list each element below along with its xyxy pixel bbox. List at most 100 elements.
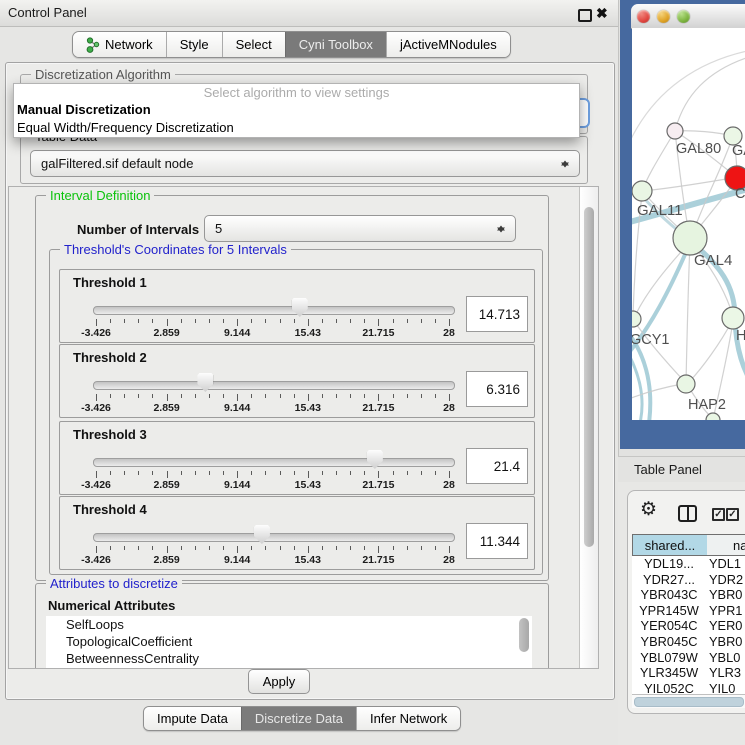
close-icon[interactable]: ✖ bbox=[596, 4, 608, 22]
network-node-label: GAL80 bbox=[676, 141, 721, 157]
slider-scale-label: 2.859 bbox=[153, 327, 179, 339]
horizontal-scrollbar[interactable] bbox=[632, 694, 745, 708]
zoom-traffic-light-icon[interactable] bbox=[677, 10, 690, 23]
tick-mark bbox=[378, 471, 379, 478]
interval-definition-group: Interval Definition Number of Intervals … bbox=[35, 195, 549, 581]
attribute-list-item[interactable]: TopologicalCoefficient bbox=[46, 633, 532, 650]
cell-name[interactable]: YBR0 bbox=[706, 587, 742, 603]
close-traffic-light-icon[interactable] bbox=[637, 10, 650, 23]
table-row[interactable]: YER054CYER0 bbox=[632, 618, 745, 634]
table-data-combobox[interactable]: galFiltered.sif default node bbox=[30, 150, 580, 177]
network-edge[interactable] bbox=[686, 243, 690, 383]
tick-mark bbox=[251, 394, 252, 398]
network-edge[interactable] bbox=[632, 350, 642, 420]
table-row[interactable]: YLR345WYLR3 bbox=[632, 665, 745, 681]
tab-select[interactable]: Select bbox=[222, 32, 285, 57]
cell-shared-name[interactable]: YPR145W bbox=[632, 603, 706, 619]
tick-mark bbox=[449, 319, 450, 326]
dropdown-option-manual-discretization[interactable]: Manual Discretization bbox=[14, 101, 579, 119]
tick-mark bbox=[294, 546, 295, 550]
cell-name[interactable]: YBL0 bbox=[706, 650, 740, 666]
number-of-intervals-spinner[interactable]: 5 bbox=[204, 215, 516, 242]
table-row[interactable]: YBR045CYBR0 bbox=[632, 634, 745, 650]
network-node-hap2[interactable] bbox=[677, 375, 695, 393]
threshold-3-value-field[interactable]: 21.4 bbox=[466, 448, 528, 484]
cell-shared-name[interactable]: YBL079W bbox=[632, 650, 706, 666]
dropdown-option-equal-width[interactable]: Equal Width/Frequency Discretization bbox=[14, 119, 579, 137]
tick-mark bbox=[110, 319, 111, 323]
threshold-panel-1: Threshold 1 -3.4262.8599.14415.4321.7152… bbox=[59, 269, 535, 343]
table-row[interactable]: YDR27...YDR2 bbox=[632, 572, 745, 588]
network-canvas[interactable]: GAL80GACGAL11GAL4GCY1HHAP2 bbox=[632, 28, 745, 420]
tick-mark bbox=[322, 546, 323, 550]
apply-button[interactable]: Apply bbox=[248, 669, 310, 694]
network-node-gal11[interactable] bbox=[632, 181, 652, 201]
table-row[interactable]: YBL079WYBL0 bbox=[632, 650, 745, 666]
cell-shared-name[interactable]: YDL19... bbox=[632, 556, 706, 572]
cell-name[interactable]: YER0 bbox=[706, 618, 742, 634]
network-node-h[interactable] bbox=[722, 307, 744, 329]
cell-name[interactable]: YIL0 bbox=[706, 681, 735, 694]
column-header-shared[interactable]: shared... bbox=[632, 534, 708, 556]
slider-scale-label: 21.715 bbox=[362, 554, 394, 566]
attribute-list-item[interactable]: SelfLoops bbox=[46, 616, 532, 633]
vertical-scrollbar[interactable] bbox=[579, 187, 599, 668]
vertical-scrollbar-thumb[interactable] bbox=[584, 207, 594, 547]
tick-mark bbox=[110, 394, 111, 398]
network-edge[interactable] bbox=[642, 178, 732, 191]
cell-name[interactable]: YDR2 bbox=[706, 572, 743, 588]
network-node-gcy1[interactable] bbox=[632, 311, 641, 327]
column-header-name[interactable]: na bbox=[707, 534, 745, 556]
cell-shared-name[interactable]: YLR345W bbox=[632, 665, 706, 681]
slider-scale-label: -3.426 bbox=[81, 402, 111, 414]
cell-shared-name[interactable]: YIL052C bbox=[632, 681, 706, 694]
columns-icon[interactable] bbox=[678, 505, 697, 522]
network-window-titlebar[interactable] bbox=[631, 4, 745, 29]
numerical-attributes-label: Numerical Attributes bbox=[48, 598, 175, 613]
threshold-2-value-field[interactable]: 6.316 bbox=[466, 371, 528, 407]
tab-impute-data[interactable]: Impute Data bbox=[144, 707, 241, 730]
tab-infer-network[interactable]: Infer Network bbox=[356, 707, 460, 730]
network-edge[interactable] bbox=[675, 56, 745, 131]
network-node-label: HAP2 bbox=[688, 397, 726, 413]
cell-name[interactable]: YPR1 bbox=[706, 603, 742, 619]
slider-scale-label: 2.859 bbox=[153, 402, 179, 414]
cell-name[interactable]: YLR3 bbox=[706, 665, 741, 681]
cell-shared-name[interactable]: YBR043C bbox=[632, 587, 706, 603]
tab-cyni-toolbox[interactable]: Cyni Toolbox bbox=[285, 32, 386, 57]
tab-discretize-data[interactable]: Discretize Data bbox=[241, 707, 356, 730]
list-scrollbar-thumb[interactable] bbox=[519, 618, 529, 652]
tick-mark bbox=[110, 546, 111, 550]
tab-style[interactable]: Style bbox=[166, 32, 222, 57]
gear-icon[interactable]: ⚙ bbox=[640, 500, 657, 520]
float-window-icon[interactable] bbox=[578, 9, 592, 22]
table-row[interactable]: YDL19...YDL1 bbox=[632, 556, 745, 572]
network-edge[interactable] bbox=[690, 321, 732, 381]
cell-shared-name[interactable]: YER054C bbox=[632, 618, 706, 634]
checkbox-icon[interactable]: ✓ bbox=[726, 508, 739, 521]
cell-name[interactable]: YDL1 bbox=[706, 556, 741, 572]
attribute-list-item[interactable]: BetweennessCentrality bbox=[46, 650, 532, 667]
cell-shared-name[interactable]: YDR27... bbox=[632, 572, 706, 588]
cell-name[interactable]: YBR0 bbox=[706, 634, 742, 650]
threshold-4-value-field[interactable]: 11.344 bbox=[466, 523, 528, 559]
tick-mark bbox=[393, 394, 394, 398]
slider-scale-label: 9.144 bbox=[224, 479, 250, 491]
tab-jactivemnodules[interactable]: jActiveMNodules bbox=[386, 32, 510, 57]
network-node-gal80[interactable] bbox=[667, 123, 683, 139]
checkbox-icon[interactable]: ✓ bbox=[712, 508, 725, 521]
threshold-1-value-field[interactable]: 14.713 bbox=[466, 296, 528, 332]
tick-mark bbox=[251, 471, 252, 475]
tick-mark bbox=[209, 471, 210, 475]
network-node-gal4[interactable] bbox=[673, 221, 707, 255]
tick-mark bbox=[421, 546, 422, 550]
table-row[interactable]: YIL052CYIL0 bbox=[632, 681, 745, 694]
table-row[interactable]: YPR145WYPR1 bbox=[632, 603, 745, 619]
horizontal-scrollbar-thumb[interactable] bbox=[634, 697, 744, 707]
cell-shared-name[interactable]: YBR045C bbox=[632, 634, 706, 650]
minimize-traffic-light-icon[interactable] bbox=[657, 10, 670, 23]
dropdown-placeholder-item[interactable]: Select algorithm to view settings bbox=[14, 84, 579, 101]
table-row[interactable]: YBR043CYBR0 bbox=[632, 587, 745, 603]
tab-network[interactable]: Network bbox=[73, 32, 166, 57]
tick-mark bbox=[251, 546, 252, 550]
